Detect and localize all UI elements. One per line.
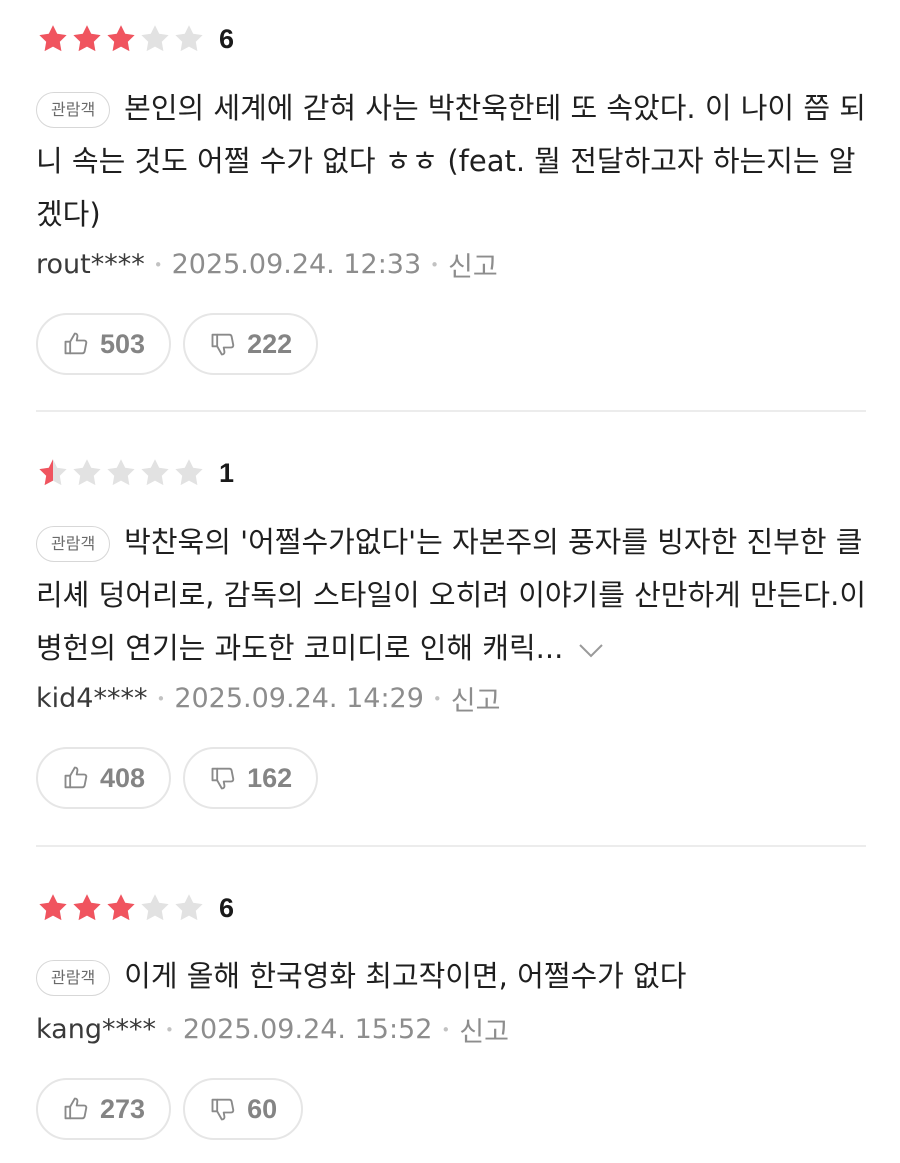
review-meta: kid4**** • 2025.09.24. 14:29 • 신고 xyxy=(36,679,500,718)
star-icon xyxy=(70,891,104,925)
dislike-count: 162 xyxy=(247,762,293,793)
username[interactable]: kid4**** xyxy=(36,683,147,714)
separator-dot: • xyxy=(156,689,166,708)
review-text: 이게 올해 한국영화 최고작이면, 어쩔수가 없다 xyxy=(124,959,687,993)
rating-score: 6 xyxy=(219,23,235,54)
expand-chevron-icon[interactable] xyxy=(577,624,605,677)
dislike-button[interactable]: 222 xyxy=(183,313,319,375)
like-button[interactable]: 408 xyxy=(36,747,172,809)
like-button[interactable]: 273 xyxy=(36,1078,172,1140)
thumbs-up-icon xyxy=(64,766,88,789)
star-rating: 6 xyxy=(36,21,234,57)
stars xyxy=(36,22,206,56)
star-icon xyxy=(36,22,70,56)
separator-dot: • xyxy=(153,255,163,274)
stars xyxy=(36,891,206,925)
review-date: 2025.09.24. 15:52 xyxy=(182,1014,433,1045)
star-icon xyxy=(36,456,70,490)
audience-badge: 관람객 xyxy=(36,960,111,996)
review-body: 관람객 본인의 세계에 갇혀 사는 박찬욱한테 또 속았다. 이 나이 쯤 되니 … xyxy=(36,82,866,241)
username[interactable]: rout**** xyxy=(36,249,145,280)
review-date: 2025.09.24. 14:29 xyxy=(174,683,424,714)
review-meta: kang**** • 2025.09.24. 15:52 • 신고 xyxy=(36,1010,509,1049)
divider xyxy=(36,845,866,847)
review-body: 관람객 이게 올해 한국영화 최고작이면, 어쩔수가 없다 xyxy=(36,950,866,1003)
rating-score: 6 xyxy=(219,892,235,923)
review-body: 관람객 박찬욱의 '어쩔수가없다'는 자본주의 풍자를 빙자한 진부한 클리셰 덩… xyxy=(36,516,866,677)
separator-dot: • xyxy=(164,1020,174,1039)
thumbs-down-icon xyxy=(211,1098,235,1121)
audience-badge: 관람객 xyxy=(36,526,111,562)
like-button[interactable]: 503 xyxy=(36,313,172,375)
like-count: 503 xyxy=(100,328,146,359)
like-count: 408 xyxy=(100,762,146,793)
rating-score: 1 xyxy=(219,457,235,488)
star-icon xyxy=(138,891,172,925)
report-link[interactable]: 신고 xyxy=(459,1010,509,1049)
dislike-count: 222 xyxy=(247,328,293,359)
dislike-button[interactable]: 162 xyxy=(183,747,319,809)
divider xyxy=(36,410,866,412)
stars xyxy=(36,456,206,490)
star-icon xyxy=(172,456,206,490)
thumbs-down-icon xyxy=(211,333,235,356)
thumbs-up-icon xyxy=(64,332,88,355)
star-icon xyxy=(172,891,206,925)
review-text: 본인의 세계에 갇혀 사는 박찬욱한테 또 속았다. 이 나이 쯤 되니 속는 … xyxy=(36,91,866,231)
star-icon xyxy=(70,22,104,56)
report-link[interactable]: 신고 xyxy=(448,245,498,284)
dislike-button[interactable]: 60 xyxy=(183,1078,304,1140)
thumbs-down-icon xyxy=(211,767,235,790)
vote-buttons: 273 60 xyxy=(36,1078,315,1140)
star-rating: 1 xyxy=(36,455,234,491)
audience-badge: 관람객 xyxy=(36,92,111,128)
report-link[interactable]: 신고 xyxy=(451,679,501,718)
star-icon xyxy=(172,22,206,56)
review-date: 2025.09.24. 12:33 xyxy=(171,249,422,280)
star-icon xyxy=(70,456,104,490)
separator-dot: • xyxy=(441,1020,451,1039)
star-rating: 6 xyxy=(36,890,234,926)
separator-dot: • xyxy=(432,689,442,708)
vote-buttons: 408 162 xyxy=(36,747,330,809)
star-icon xyxy=(104,891,138,925)
review-text: 박찬욱의 '어쩔수가없다'는 자본주의 풍자를 빙자한 진부한 클리셰 덩어리로… xyxy=(36,525,867,665)
username[interactable]: kang**** xyxy=(36,1014,156,1045)
like-count: 273 xyxy=(100,1093,146,1124)
star-icon xyxy=(36,891,70,925)
thumbs-up-icon xyxy=(64,1097,88,1120)
star-icon xyxy=(104,456,138,490)
vote-buttons: 503 222 xyxy=(36,313,330,375)
star-icon xyxy=(138,456,172,490)
review-meta: rout**** • 2025.09.24. 12:33 • 신고 xyxy=(36,245,498,284)
star-icon xyxy=(138,22,172,56)
separator-dot: • xyxy=(430,255,440,274)
dislike-count: 60 xyxy=(247,1093,278,1124)
star-icon xyxy=(104,22,138,56)
